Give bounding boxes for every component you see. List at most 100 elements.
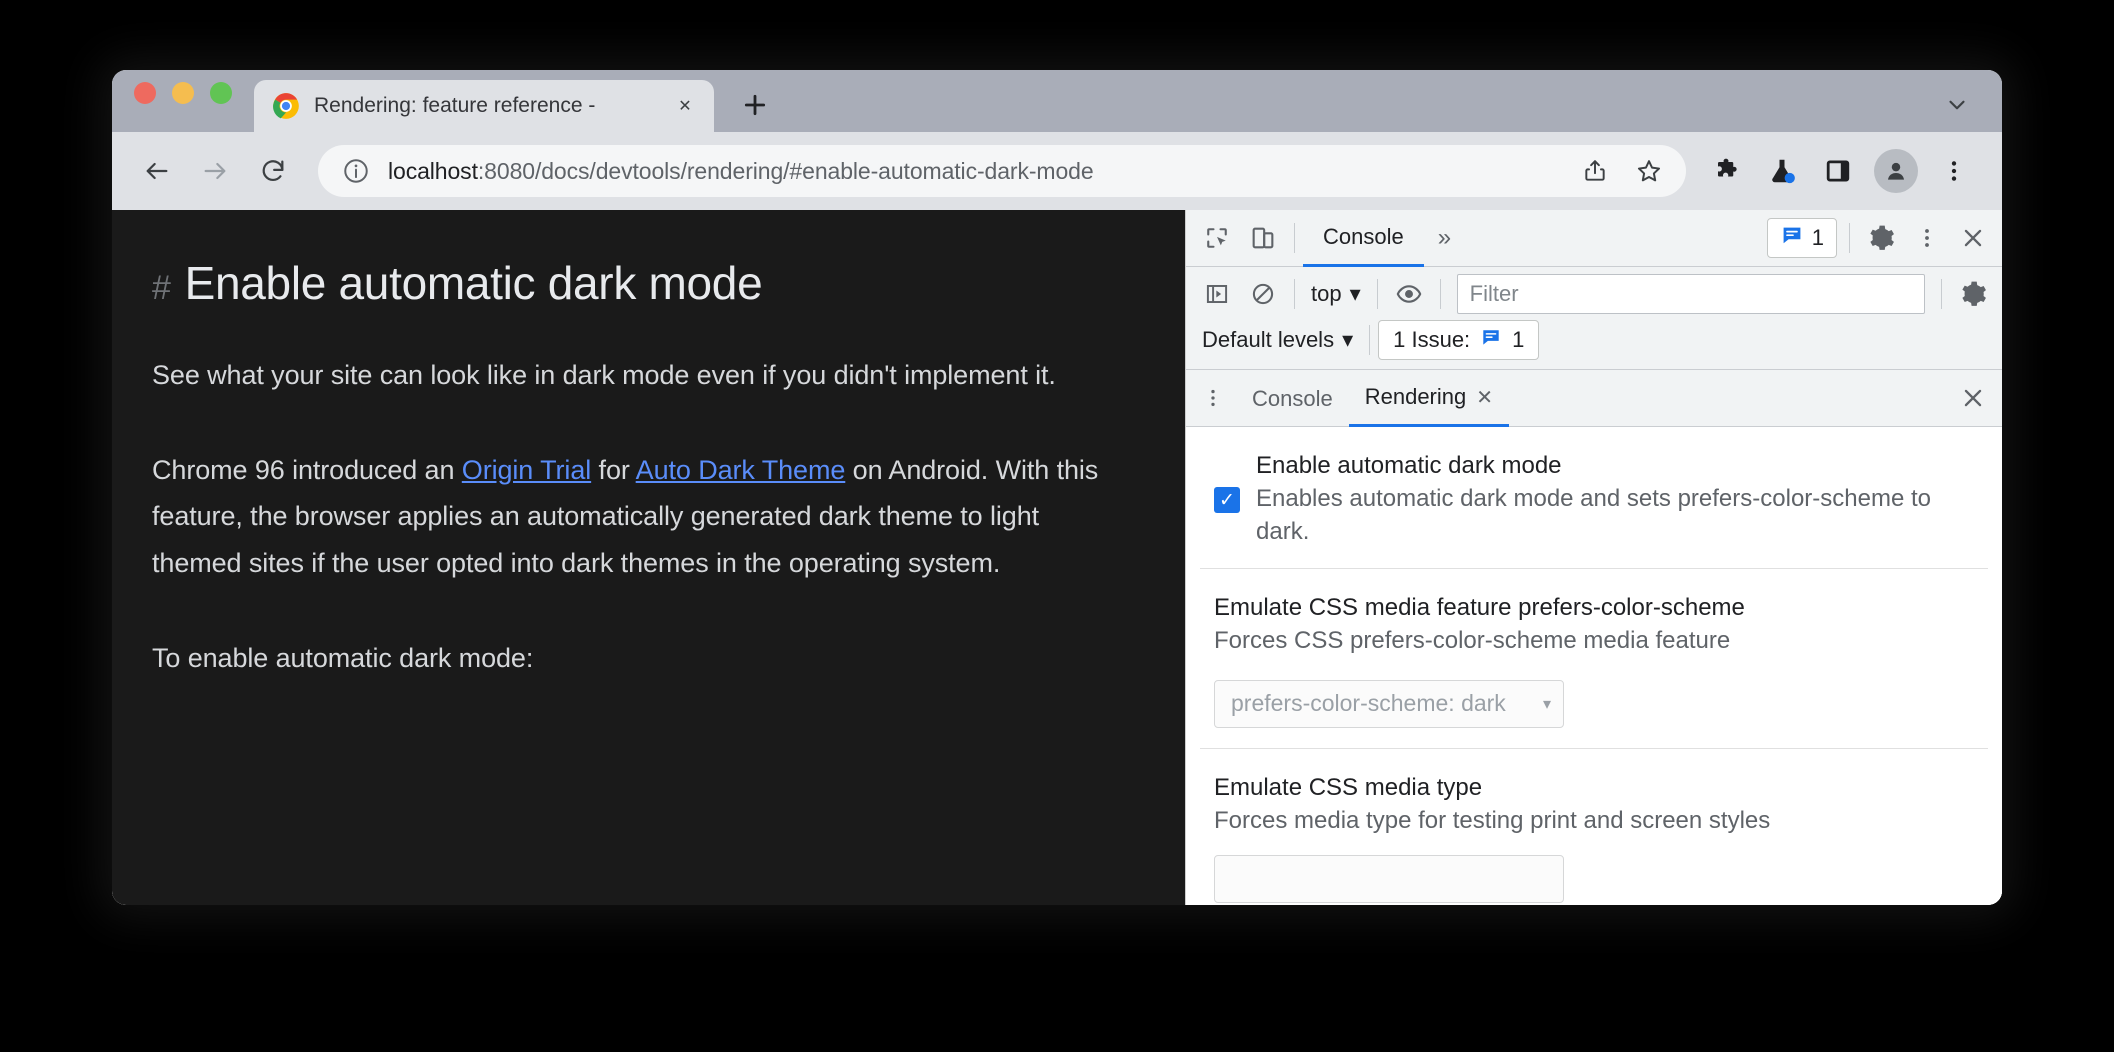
console-toolbar-row-1: top ▾ bbox=[1194, 271, 1996, 317]
console-filter-input[interactable] bbox=[1456, 274, 1925, 314]
side-panel-icon[interactable] bbox=[1812, 145, 1864, 197]
chrome-logo-icon bbox=[272, 92, 300, 120]
enable-automatic-dark-mode-checkbox[interactable]: ✓ bbox=[1214, 487, 1240, 513]
setting-title: Emulate CSS media type bbox=[1214, 773, 1483, 801]
url-host: localhost bbox=[388, 157, 478, 184]
issues-badge[interactable]: 1 bbox=[1766, 218, 1837, 258]
console-toolbar-row-2: Default levels ▾ 1 Issue: 1 bbox=[1194, 317, 1996, 363]
tab-strip: Rendering: feature reference - ✕ bbox=[112, 70, 2002, 132]
console-context-value: top bbox=[1311, 281, 1342, 306]
page-title: # Enable automatic dark mode bbox=[152, 256, 1127, 310]
browser-toolbar: localhost:8080/docs/devtools/rendering/#… bbox=[112, 132, 2002, 210]
console-toolbar-divider-1 bbox=[1294, 279, 1295, 309]
chevron-down-icon: ▾ bbox=[1542, 695, 1551, 713]
reload-button[interactable] bbox=[246, 144, 300, 198]
setting-description: Forces CSS prefers-color-scheme media fe… bbox=[1214, 627, 1731, 655]
chevron-down-icon: ▾ bbox=[1349, 281, 1361, 306]
browser-window: Rendering: feature reference - ✕ localho… bbox=[112, 70, 2002, 905]
console-issue-bar[interactable]: 1 Issue: 1 bbox=[1378, 320, 1540, 360]
page-paragraph-steps-intro: To enable automatic dark mode: bbox=[152, 642, 534, 673]
browser-tab-title: Rendering: feature reference - bbox=[314, 94, 596, 117]
checkmark-icon: ✓ bbox=[1219, 489, 1235, 511]
drawer-tab-console-label: Console bbox=[1252, 385, 1333, 411]
drawer-tab-rendering[interactable]: Rendering ✕ bbox=[1348, 370, 1509, 427]
page-viewport: # Enable automatic dark mode See what yo… bbox=[112, 210, 1185, 905]
setting-emulate-prefers-color-scheme: Emulate CSS media feature prefers-color-… bbox=[1200, 568, 1988, 747]
profile-avatar[interactable] bbox=[1874, 149, 1918, 193]
browser-menu-button[interactable] bbox=[1928, 145, 1980, 197]
setting-description: Forces media type for testing print and … bbox=[1214, 806, 1771, 834]
minimize-window-button[interactable] bbox=[172, 82, 194, 104]
console-levels-selector[interactable]: Default levels ▾ bbox=[1194, 320, 1361, 360]
maximize-window-button[interactable] bbox=[210, 82, 232, 104]
browser-tab[interactable]: Rendering: feature reference - ✕ bbox=[254, 80, 714, 132]
setting-title: Emulate CSS media feature prefers-color-… bbox=[1214, 594, 1745, 622]
drawer-tab-bar: Console Rendering ✕ bbox=[1186, 370, 2002, 427]
toolbar-divider-2 bbox=[1849, 223, 1850, 253]
close-window-button[interactable] bbox=[134, 82, 156, 104]
drawer-close-button[interactable] bbox=[1950, 375, 1996, 421]
forward-button[interactable] bbox=[188, 144, 242, 198]
clear-console-icon[interactable] bbox=[1240, 271, 1286, 317]
console-toolbar-divider-2 bbox=[1376, 279, 1378, 309]
devtools-main-toolbar: Console » 1 bbox=[1186, 210, 2002, 267]
page-title-text: Enable automatic dark mode bbox=[184, 257, 763, 309]
experiments-flask-icon[interactable] bbox=[1756, 145, 1808, 197]
rendering-settings-pane: Enable automatic dark mode ✓ Enables aut… bbox=[1186, 427, 2002, 905]
issue-message-icon bbox=[1480, 326, 1502, 354]
devtools-settings-gear-icon[interactable] bbox=[1858, 215, 1904, 261]
chevron-down-icon: ▾ bbox=[1342, 327, 1354, 352]
issue-message-icon bbox=[1780, 223, 1804, 253]
site-info-icon[interactable] bbox=[342, 157, 370, 185]
console-toolbar-divider-5 bbox=[1369, 325, 1371, 355]
console-toolbar-divider-4 bbox=[1941, 279, 1942, 309]
setting-title: Enable automatic dark mode bbox=[1256, 452, 1562, 479]
console-context-selector[interactable]: top ▾ bbox=[1303, 274, 1369, 314]
devtools-close-button[interactable] bbox=[1950, 215, 1996, 261]
para2-text-mid: for bbox=[591, 454, 636, 485]
page-paragraph-origin-trial: Chrome 96 introduced an Origin Trial for… bbox=[152, 447, 1112, 587]
drawer-tab-rendering-label: Rendering bbox=[1364, 384, 1467, 409]
para2-text-before: Chrome 96 introduced an bbox=[152, 454, 462, 485]
drawer-more-options-button[interactable] bbox=[1190, 375, 1236, 421]
live-expression-eye-icon[interactable] bbox=[1386, 271, 1432, 317]
auto-dark-theme-link[interactable]: Auto Dark Theme bbox=[636, 455, 846, 485]
prefers-color-scheme-value: prefers-color-scheme: dark bbox=[1231, 690, 1506, 717]
content-area: # Enable automatic dark mode See what yo… bbox=[112, 210, 2002, 905]
back-button[interactable] bbox=[130, 144, 184, 198]
address-bar-url: localhost:8080/docs/devtools/rendering/#… bbox=[388, 158, 1568, 185]
issue-bar-count: 1 bbox=[1512, 327, 1525, 352]
window-traffic-lights bbox=[134, 70, 254, 132]
extensions-puzzle-icon[interactable] bbox=[1700, 145, 1752, 197]
chevron-down-icon[interactable] bbox=[1940, 88, 1974, 122]
inspect-element-icon[interactable] bbox=[1194, 215, 1240, 261]
console-levels-value: Default levels bbox=[1202, 327, 1335, 352]
devtools-panel: Console » 1 top ▾ Filter Default levels … bbox=[1185, 210, 2002, 905]
css-media-type-select[interactable] bbox=[1214, 854, 1564, 903]
issues-count: 1 bbox=[1811, 225, 1824, 250]
page-paragraph-intro: See what your site can look like in dark… bbox=[152, 360, 1056, 390]
close-tab-button[interactable]: ✕ bbox=[668, 89, 702, 123]
console-toolbar: top ▾ Filter Default levels ▾ 1 Issue: 1 bbox=[1186, 267, 2002, 370]
devtools-panel-tab-console[interactable]: Console bbox=[1303, 210, 1424, 267]
url-path: :8080/docs/devtools/rendering/#enable-au… bbox=[477, 157, 1094, 184]
share-icon[interactable] bbox=[1568, 144, 1622, 198]
prefers-color-scheme-select[interactable]: prefers-color-scheme: dark ▾ bbox=[1214, 679, 1564, 728]
console-sidebar-toggle-icon[interactable] bbox=[1194, 271, 1240, 317]
devtools-more-options-button[interactable] bbox=[1904, 215, 1950, 261]
address-bar[interactable]: localhost:8080/docs/devtools/rendering/#… bbox=[318, 145, 1686, 197]
device-toolbar-icon[interactable] bbox=[1240, 215, 1286, 261]
setting-enable-automatic-dark-mode: Enable automatic dark mode ✓ Enables aut… bbox=[1186, 427, 2002, 568]
origin-trial-link[interactable]: Origin Trial bbox=[462, 455, 591, 485]
heading-anchor-link[interactable]: # bbox=[152, 269, 171, 308]
bookmark-star-icon[interactable] bbox=[1622, 144, 1676, 198]
devtools-more-panels-button[interactable]: » bbox=[1424, 215, 1465, 261]
setting-description: Enables automatic dark mode and sets pre… bbox=[1256, 485, 1931, 546]
new-tab-button[interactable] bbox=[732, 82, 778, 128]
drawer-tab-console[interactable]: Console bbox=[1236, 370, 1349, 427]
issue-bar-label: 1 Issue: bbox=[1393, 327, 1471, 352]
toolbar-divider bbox=[1294, 223, 1295, 253]
setting-emulate-css-media-type: Emulate CSS media type Forces media type… bbox=[1200, 747, 1988, 905]
console-settings-gear-icon[interactable] bbox=[1950, 271, 1996, 317]
close-drawer-tab-icon[interactable]: ✕ bbox=[1476, 385, 1493, 410]
